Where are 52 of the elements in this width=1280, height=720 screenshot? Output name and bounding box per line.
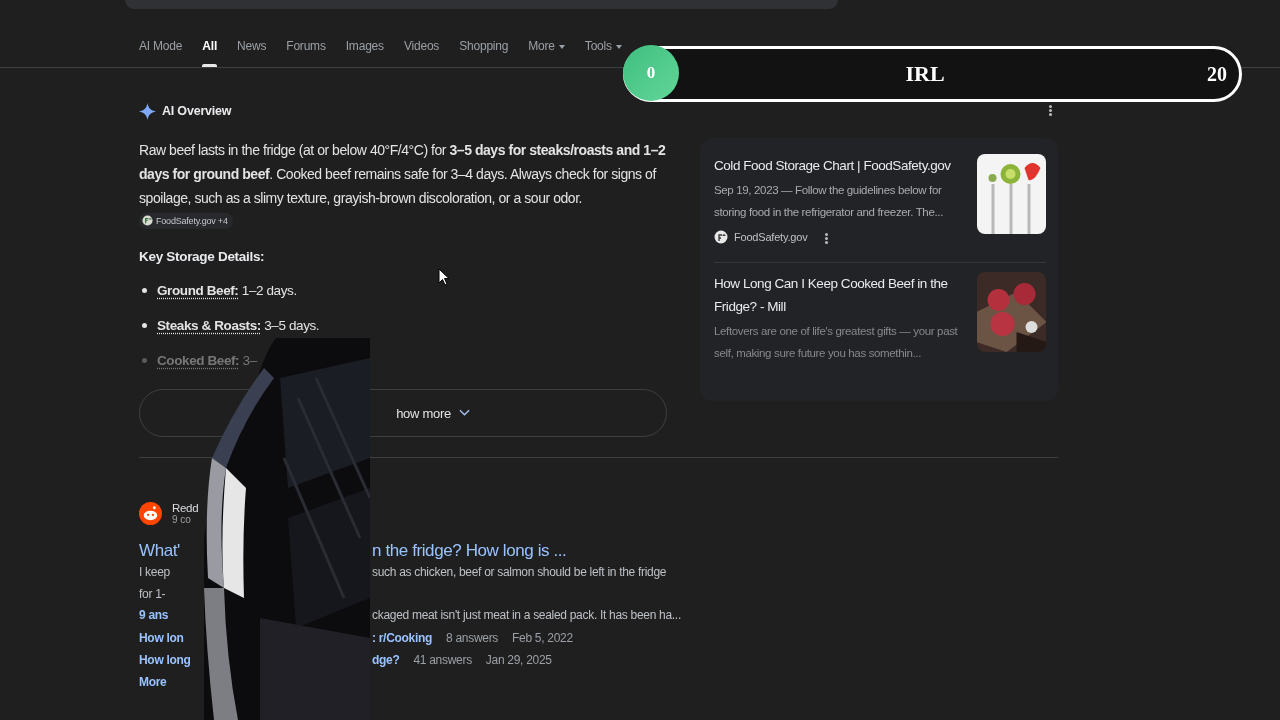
answer-count: 8 answers — [446, 629, 499, 647]
source-link[interactable]: How Long Can I Keep Cooked Beef in the Fridge? - Mill — [714, 272, 967, 318]
score-title: IRL — [905, 61, 945, 87]
snippet-text: I keep — [139, 565, 170, 579]
tab[interactable]: Forums — [286, 35, 326, 67]
answers-link[interactable]: 9 ans — [139, 608, 169, 622]
section-title: AI Overview — [162, 104, 232, 118]
bullet-icon — [142, 287, 147, 293]
sparkle-icon — [139, 102, 156, 120]
bullet-icon — [142, 357, 147, 363]
tab[interactable]: All — [202, 35, 218, 67]
post-date: Jan 29, 2025 — [485, 651, 552, 669]
tab[interactable]: Tools — [584, 35, 622, 67]
site-logo-icon — [714, 230, 728, 244]
tab[interactable]: AI Mode — [139, 35, 183, 67]
tab[interactable]: Videos — [403, 35, 440, 67]
list-item: Cooked Beef: 3– — [157, 352, 257, 368]
result-link[interactable]: What' — [139, 541, 180, 560]
related-link[interactable]: How lon — [139, 630, 184, 645]
tab[interactable]: Shopping — [459, 35, 509, 67]
snippet-text: ckaged meat isn't just meat in a sealed pack. It has been ha... — [372, 607, 681, 624]
site-name: Redd — [172, 501, 199, 514]
section-heading: Key Storage Details: — [139, 249, 266, 264]
source-chip[interactable]: FoodSafety.gov +4 — [139, 212, 233, 229]
result-meta: 9 co — [172, 513, 192, 525]
source-snippet: Leftovers are one of life's greatest gifts — your past self, making sure future you has somethin... — [714, 324, 959, 361]
related-link[interactable]: How long — [139, 652, 191, 667]
site-name: FoodSafety.gov — [734, 231, 808, 243]
score-knob: 0 — [623, 44, 679, 101]
source-snippet: Sep 19, 2023 — Follow the guidelines below for storing food in the refrigerator and freezer. The... — [714, 183, 944, 220]
score-max: 20 — [1206, 62, 1227, 86]
snippet-text: for 1- — [139, 586, 166, 601]
mouse-cursor-icon — [438, 268, 450, 286]
summary-text: Raw beef lasts in the fridge (at or below 40°F/4°C) for 3–5 days for steaks/roasts and 1–2 days for ground beef. Cooked beef remains safe for 3–4 days. Always check for signs of spoilage, such as a slimy texture, grayish-brown discoloration, or a sour odor. FoodSafety.gov +4 — [139, 138, 667, 234]
snippet-text: such as chicken, beef or salmon should be left in the fridge — [372, 564, 667, 581]
site-logo-icon — [142, 215, 153, 226]
more-link[interactable]: More — [139, 674, 167, 689]
result-link[interactable]: n the fridge? How long is ... — [372, 540, 567, 562]
site-logo-icon — [139, 501, 162, 525]
tab[interactable]: More — [528, 35, 565, 67]
tab[interactable]: Images — [345, 35, 384, 67]
answer-count: 41 answers — [413, 651, 472, 669]
bullet-icon — [142, 322, 147, 328]
list-item: Ground Beef: 1–2 days. — [157, 282, 297, 298]
more-options-icon[interactable] — [825, 233, 829, 236]
post-date: Feb 5, 2022 — [512, 629, 573, 647]
list-item: Steaks & Roasts: 3–5 days. — [157, 317, 320, 333]
chevron-down-icon — [458, 409, 470, 417]
related-link[interactable]: : r/Cooking — [372, 626, 433, 649]
tab[interactable]: News — [237, 35, 267, 67]
source-link[interactable]: Cold Food Storage Chart | FoodSafety.gov — [714, 154, 967, 177]
related-link[interactable]: dge? — [372, 648, 400, 671]
